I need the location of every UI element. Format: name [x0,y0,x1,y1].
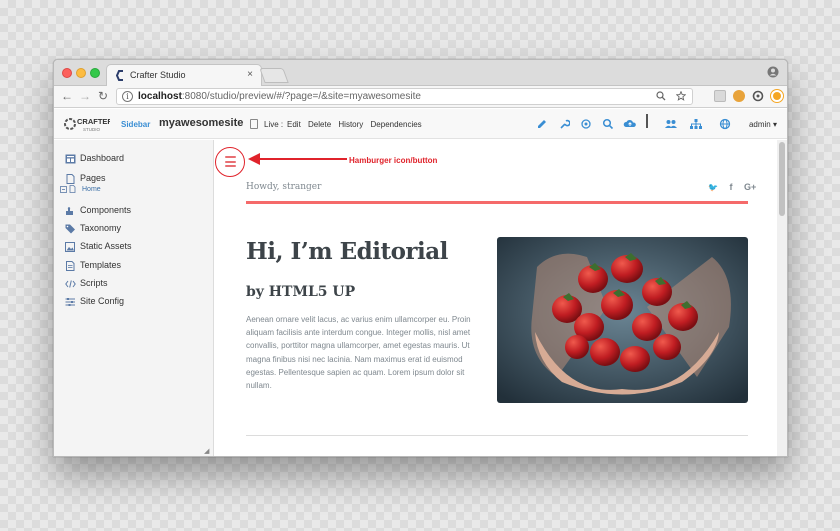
tag-icon [65,224,75,234]
header-greeting: Howdy, stranger [246,182,322,192]
address-bar[interactable]: i localhost:8080/studio/preview/#/?page=… [116,88,693,105]
tab-close-icon[interactable]: × [247,69,253,80]
extension-4-icon[interactable] [771,90,783,102]
svg-text:STUDIO: STUDIO [83,127,101,132]
url-text: localhost:8080/studio/preview/#/?page=/&… [138,91,421,102]
extension-1-icon[interactable] [714,90,726,102]
resize-grip-icon[interactable]: ◢ [204,447,209,455]
hero-image [497,237,748,403]
window-zoom-button[interactable] [90,68,100,78]
annotation-circle [215,147,245,177]
scrollbar-thumb[interactable] [779,142,785,216]
crafter-studio-logo: CRAFTER STUDIO [64,117,110,132]
live-label: Live : [264,120,284,129]
delete-link[interactable]: Delete [308,120,331,129]
hero-title: Hi, I’m Editorial [246,238,448,265]
tab-title: Crafter Studio [130,70,186,80]
site-preview: Hamburger icon/button Howdy, stranger 🐦 … [215,140,779,456]
hamburger-bar [225,160,236,163]
social-links: 🐦 f G+ [699,182,756,192]
extension-2-icon[interactable] [733,90,745,102]
toolbar-divider [646,114,648,128]
preview-scrollbar[interactable] [777,140,787,456]
site-info-icon[interactable]: i [122,91,133,102]
admin-menu[interactable]: admin ▾ [749,120,777,129]
sidebar-toggle[interactable]: Sidebar [121,120,150,129]
annotation-arrow [248,153,347,165]
profile-icon[interactable] [767,66,779,78]
target-icon[interactable] [580,116,592,132]
google-plus-icon[interactable]: G+ [744,182,756,192]
hamburger-bar [225,165,236,167]
dependencies-link[interactable]: Dependencies [371,120,422,129]
sliders-icon [65,298,75,306]
new-tab-button[interactable] [259,68,289,83]
settings-extension-icon[interactable] [752,90,764,102]
hero-body: Aenean ornare velit lacus, ac varius eni… [246,315,471,391]
components-icon [66,207,73,215]
browser-tab[interactable]: Crafter Studio × [106,64,262,86]
users-icon[interactable] [664,116,678,132]
browser-window: Crafter Studio × ← → ↻ i localhost:8080/… [53,59,788,457]
star-icon[interactable] [675,90,687,101]
image-icon [65,242,75,252]
hero-subtitle: by HTML5 UP [246,284,356,300]
dashboard-icon [65,154,76,164]
globe-icon[interactable] [718,116,732,132]
page-actions: Edit Delete History Dependencies [287,120,427,129]
browser-toolbar: ← → ↻ i localhost:8080/studio/preview/#/… [54,86,787,108]
wrench-icon[interactable] [558,116,570,132]
hamburger-bar [225,156,236,158]
edit-link[interactable]: Edit [287,120,301,129]
crafter-favicon-icon [116,70,123,81]
cloud-upload-icon[interactable] [623,116,637,132]
forward-button[interactable]: → [78,89,92,103]
page-icon [69,185,76,193]
window-close-button[interactable] [62,68,72,78]
site-name[interactable]: myawesomesite [159,117,243,129]
code-icon [65,280,76,288]
section-divider [246,435,748,436]
annotation-label: Hamburger icon/button [349,156,438,165]
history-link[interactable]: History [338,120,363,129]
studio-toolbar: CRAFTER STUDIO Sidebar myawesomesite Liv… [54,109,787,139]
facebook-icon[interactable]: f [729,182,732,192]
twitter-icon[interactable]: 🐦 [708,183,718,192]
hamburger-menu-button[interactable] [225,156,236,167]
page-icon [250,119,258,129]
reload-button[interactable]: ↻ [96,89,110,103]
pencil-icon[interactable] [536,116,548,132]
svg-text:CRAFTER: CRAFTER [77,117,110,126]
studio-sidebar: Dashboard Pages Home Components Taxonomy… [54,140,214,456]
window-minimize-button[interactable] [76,68,86,78]
search-icon[interactable] [602,116,614,132]
search-icon[interactable] [656,91,666,101]
back-button[interactable]: ← [60,89,74,103]
header-divider [246,201,748,204]
sitemap-icon[interactable] [689,116,703,132]
page-home-label: Home [82,186,101,193]
expand-icon[interactable] [60,186,67,193]
template-icon [66,261,75,271]
tab-strip: Crafter Studio × [54,60,787,86]
pages-icon [66,174,75,184]
